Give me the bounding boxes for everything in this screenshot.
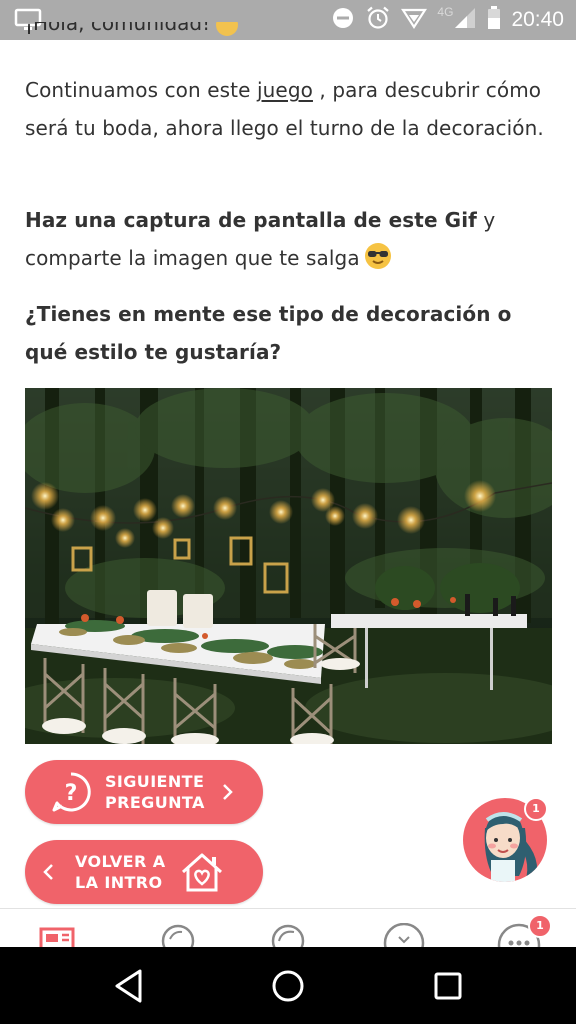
home-heart-icon [179, 850, 225, 894]
data-icon [401, 6, 428, 34]
home-circle-icon[interactable] [270, 967, 306, 1009]
smile-emoji-icon [216, 22, 239, 36]
recents-square-icon[interactable] [432, 967, 464, 1009]
alarm-icon [365, 5, 391, 35]
chevron-right-icon [221, 781, 235, 803]
chevron-left-icon [41, 861, 55, 883]
intro-text-start: Continuamos con este [25, 78, 257, 102]
question-paragraph: ¿Tienes en mente ese tipo de decoración … [25, 302, 512, 364]
svg-text:?: ? [65, 781, 78, 806]
next-label-line2: PREGUNTA [105, 793, 205, 812]
next-label-line1: SIGUIENTE [105, 772, 205, 791]
avatar-notification-badge: 1 [524, 797, 548, 821]
heart-icon[interactable] [382, 922, 426, 948]
next-question-button[interactable]: ? SIGUIENTE PREGUNTA [25, 760, 263, 824]
greeting-line: ¡Hola, comunidad! [25, 22, 325, 46]
instruction-bold: Haz una captura de pantalla de este Gif [25, 208, 477, 232]
question-circle-icon: ? [49, 770, 93, 814]
network-type: 4G [437, 5, 454, 19]
next-question-label: SIGUIENTE PREGUNTA [105, 771, 205, 813]
system-nav-bar [0, 947, 576, 1024]
back-to-intro-label: VOLVER A LA INTRO [75, 851, 165, 893]
intro-paragraph: Continuamos con este juego , para descub… [25, 71, 555, 147]
back-to-intro-button[interactable]: VOLVER A LA INTRO [25, 840, 263, 904]
dnd-icon [331, 6, 355, 34]
magazine-icon[interactable] [160, 923, 196, 948]
app-bottom-nav [0, 908, 576, 948]
instruction-paragraph: Haz una captura de pantalla de este Gif … [25, 201, 555, 277]
community-icon[interactable] [270, 923, 306, 948]
battery-icon [487, 6, 501, 34]
sunglasses-emoji-icon [364, 243, 391, 269]
news-icon[interactable] [38, 923, 78, 948]
juego-link[interactable]: juego [257, 78, 313, 102]
back-triangle-icon[interactable] [112, 967, 146, 1009]
back-label-line1: VOLVER A [75, 852, 166, 871]
greeting-text: ¡Hola, comunidad! [25, 22, 211, 35]
more-notification-badge: 1 [528, 914, 552, 938]
clock: 20:40 [511, 8, 564, 31]
back-label-line2: LA INTRO [75, 873, 163, 892]
wedding-decoration-photo[interactable] [25, 388, 552, 744]
signal-icon [453, 6, 477, 34]
